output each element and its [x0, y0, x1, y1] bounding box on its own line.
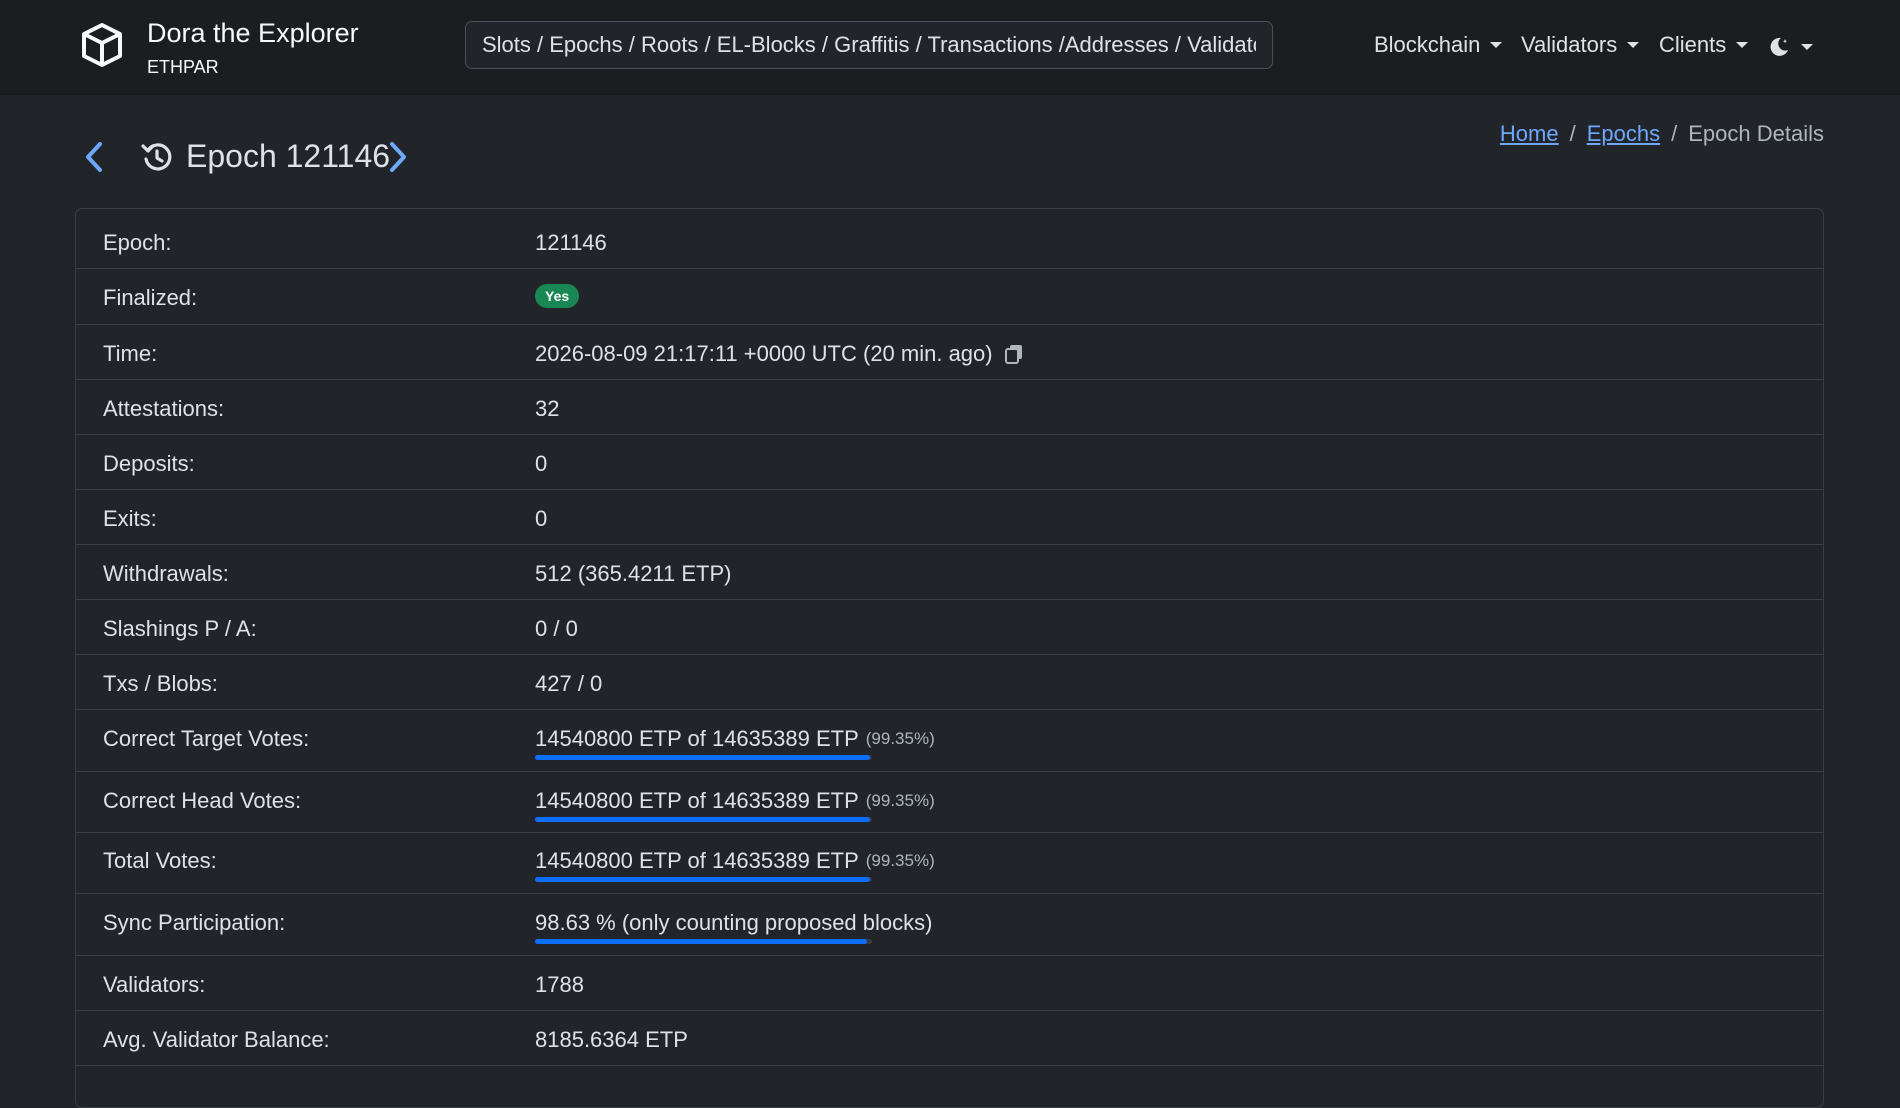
row-correct-target-votes: Correct Target Votes: 14540800 ETP of 14… — [76, 710, 1823, 772]
row-label: Time: — [103, 341, 158, 366]
target-votes-progress-bar — [535, 755, 872, 760]
time-value: 2026-08-09 21:17:11 +0000 UTC (20 min. a… — [535, 341, 993, 366]
row-attestations: Attestations: 32 — [76, 380, 1823, 435]
nav-clients-label: Clients — [1659, 32, 1727, 57]
row-label: Attestations: — [103, 396, 225, 421]
row-label: Finalized: — [103, 285, 198, 310]
validators-value: 1788 — [535, 972, 584, 997]
copy-icon[interactable] — [1003, 343, 1025, 365]
nav-validators-label: Validators — [1521, 32, 1618, 57]
total-votes-value: 14540800 ETP of 14635389 ETP — [535, 848, 859, 873]
row-sync-participation: Sync Participation: 98.63 % (only counti… — [76, 894, 1823, 956]
row-validators: Validators: 1788 — [76, 956, 1823, 1011]
row-label: Deposits: — [103, 451, 195, 476]
row-label: Correct Head Votes: — [103, 788, 302, 813]
nav-blockchain-dropdown[interactable]: Blockchain — [1374, 32, 1503, 58]
target-votes-percent: (99.35%) — [865, 729, 935, 748]
row-label: Exits: — [103, 506, 157, 531]
row-total-votes: Total Votes: 14540800 ETP of 14635389 ET… — [76, 833, 1823, 894]
caret-down-icon — [1490, 42, 1503, 48]
moon-stars-icon — [1770, 37, 1788, 56]
breadcrumb-home-link[interactable]: Home — [1500, 121, 1559, 146]
theme-dropdown[interactable] — [1767, 35, 1813, 59]
nav-blockchain-label: Blockchain — [1374, 32, 1481, 57]
caret-down-icon — [1801, 44, 1813, 50]
finalized-badge: Yes — [535, 284, 580, 308]
navbar: Dora the Explorer ETHPAR Blockchain Vali… — [0, 0, 1900, 95]
page-title: Epoch 121146 — [186, 138, 391, 174]
head-votes-progress-bar — [535, 817, 872, 822]
breadcrumb-current: Epoch Details — [1688, 121, 1824, 146]
nav-clients-dropdown[interactable]: Clients — [1659, 32, 1749, 58]
page-title-wrap: Epoch 121146 — [140, 138, 390, 175]
epoch-details-table: Epoch: 121146 Finalized: Yes Time: 2026-… — [75, 208, 1824, 1108]
cube-icon[interactable] — [78, 21, 126, 69]
chevron-right-icon[interactable] — [386, 140, 410, 174]
brand-network: ETHPAR — [147, 57, 219, 77]
epoch-value: 121146 — [535, 230, 607, 255]
exits-value: 0 — [535, 506, 548, 531]
head-votes-percent: (99.35%) — [865, 791, 935, 810]
nav-validators-dropdown[interactable]: Validators — [1521, 32, 1640, 58]
head-votes-value: 14540800 ETP of 14635389 ETP — [535, 788, 859, 813]
txs-blobs-value: 427 / 0 — [535, 671, 603, 696]
breadcrumb-epochs-link[interactable]: Epochs — [1587, 121, 1660, 146]
row-label: Txs / Blobs: — [103, 671, 218, 696]
search-input[interactable] — [465, 21, 1273, 69]
sync-participation-value: 98.63 % (only counting proposed blocks) — [535, 910, 933, 935]
row-label: Withdrawals: — [103, 561, 229, 586]
slashings-value: 0 / 0 — [535, 616, 578, 641]
withdrawals-value: 512 (365.4211 ETP) — [535, 561, 732, 586]
row-label: Validators: — [103, 972, 206, 997]
chevron-left-icon[interactable] — [82, 140, 106, 174]
caret-down-icon — [1736, 42, 1749, 48]
history-icon — [141, 142, 172, 170]
row-correct-head-votes: Correct Head Votes: 14540800 ETP of 1463… — [76, 772, 1823, 833]
row-finalized: Finalized: Yes — [76, 269, 1823, 325]
row-time: Time: 2026-08-09 21:17:11 +0000 UTC (20 … — [76, 325, 1823, 380]
row-label: Avg. Validator Balance: — [103, 1027, 330, 1052]
attestations-value: 32 — [535, 396, 560, 421]
caret-down-icon — [1627, 42, 1640, 48]
row-epoch: Epoch: 121146 — [76, 209, 1823, 269]
sync-participation-progress-bar — [535, 939, 872, 944]
row-slashings: Slashings P / A: 0 / 0 — [76, 600, 1823, 655]
row-exits: Exits: 0 — [76, 490, 1823, 545]
progress-fill — [535, 817, 870, 822]
row-txs-blobs: Txs / Blobs: 427 / 0 — [76, 655, 1823, 710]
deposits-value: 0 — [535, 451, 548, 476]
row-label: Sync Participation: — [103, 910, 286, 935]
progress-fill — [535, 877, 870, 882]
breadcrumb: Home / Epochs / Epoch Details — [1500, 121, 1824, 147]
row-withdrawals: Withdrawals: 512 (365.4211 ETP) — [76, 545, 1823, 600]
total-votes-progress-bar — [535, 877, 872, 882]
row-deposits: Deposits: 0 — [76, 435, 1823, 490]
row-label: Epoch: — [103, 230, 172, 255]
breadcrumb-separator: / — [1671, 121, 1678, 146]
progress-fill — [535, 755, 870, 760]
row-avg-validator-balance: Avg. Validator Balance: 8185.6364 ETP — [76, 1011, 1823, 1066]
breadcrumb-separator: / — [1569, 121, 1576, 146]
row-label: Slashings P / A: — [103, 616, 257, 641]
row-label: Correct Target Votes: — [103, 726, 310, 751]
avg-balance-value: 8185.6364 ETP — [535, 1027, 688, 1052]
progress-fill — [535, 939, 868, 944]
total-votes-percent: (99.35%) — [865, 851, 935, 870]
row-label: Total Votes: — [103, 848, 217, 873]
brand-title[interactable]: Dora the Explorer — [147, 18, 359, 49]
target-votes-value: 14540800 ETP of 14635389 ETP — [535, 726, 859, 751]
